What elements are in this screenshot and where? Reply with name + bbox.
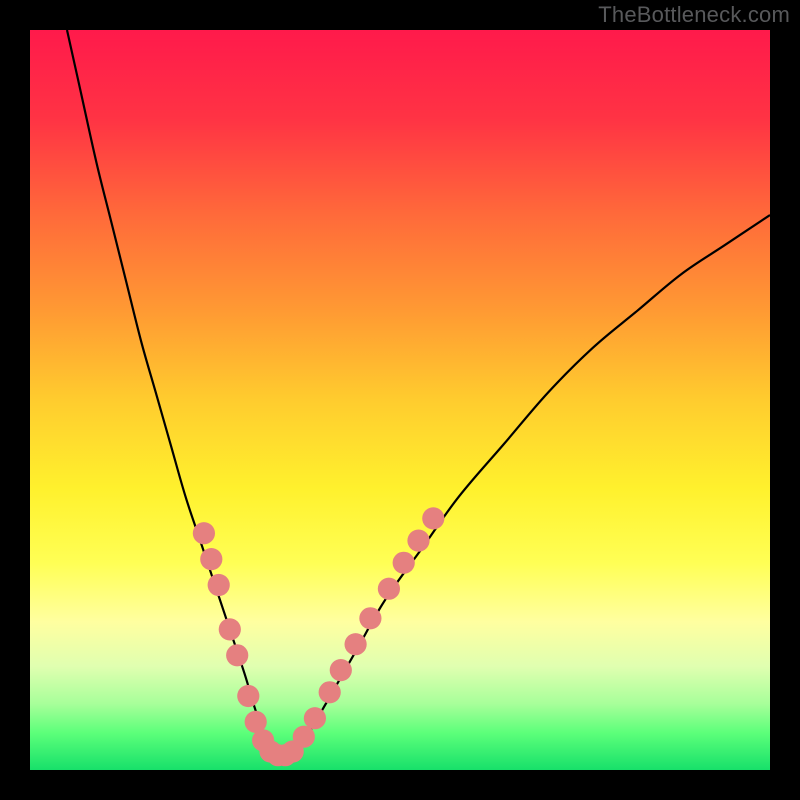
marker-dot bbox=[208, 574, 230, 596]
marker-dot bbox=[359, 607, 381, 629]
marker-dot bbox=[200, 548, 222, 570]
marker-dot bbox=[319, 681, 341, 703]
marker-dot bbox=[393, 552, 415, 574]
marker-dot bbox=[345, 633, 367, 655]
marker-dot bbox=[237, 685, 259, 707]
plot-svg bbox=[30, 30, 770, 770]
marker-group bbox=[193, 507, 445, 766]
marker-dot bbox=[293, 726, 315, 748]
marker-dot bbox=[378, 578, 400, 600]
marker-dot bbox=[193, 522, 215, 544]
marker-dot bbox=[304, 707, 326, 729]
marker-dot bbox=[219, 618, 241, 640]
watermark-text: TheBottleneck.com bbox=[598, 2, 790, 28]
marker-dot bbox=[422, 507, 444, 529]
marker-dot bbox=[330, 659, 352, 681]
marker-dot bbox=[226, 644, 248, 666]
outer-frame: TheBottleneck.com bbox=[0, 0, 800, 800]
bottleneck-curve bbox=[67, 30, 770, 757]
plot-area bbox=[30, 30, 770, 770]
marker-dot bbox=[407, 530, 429, 552]
